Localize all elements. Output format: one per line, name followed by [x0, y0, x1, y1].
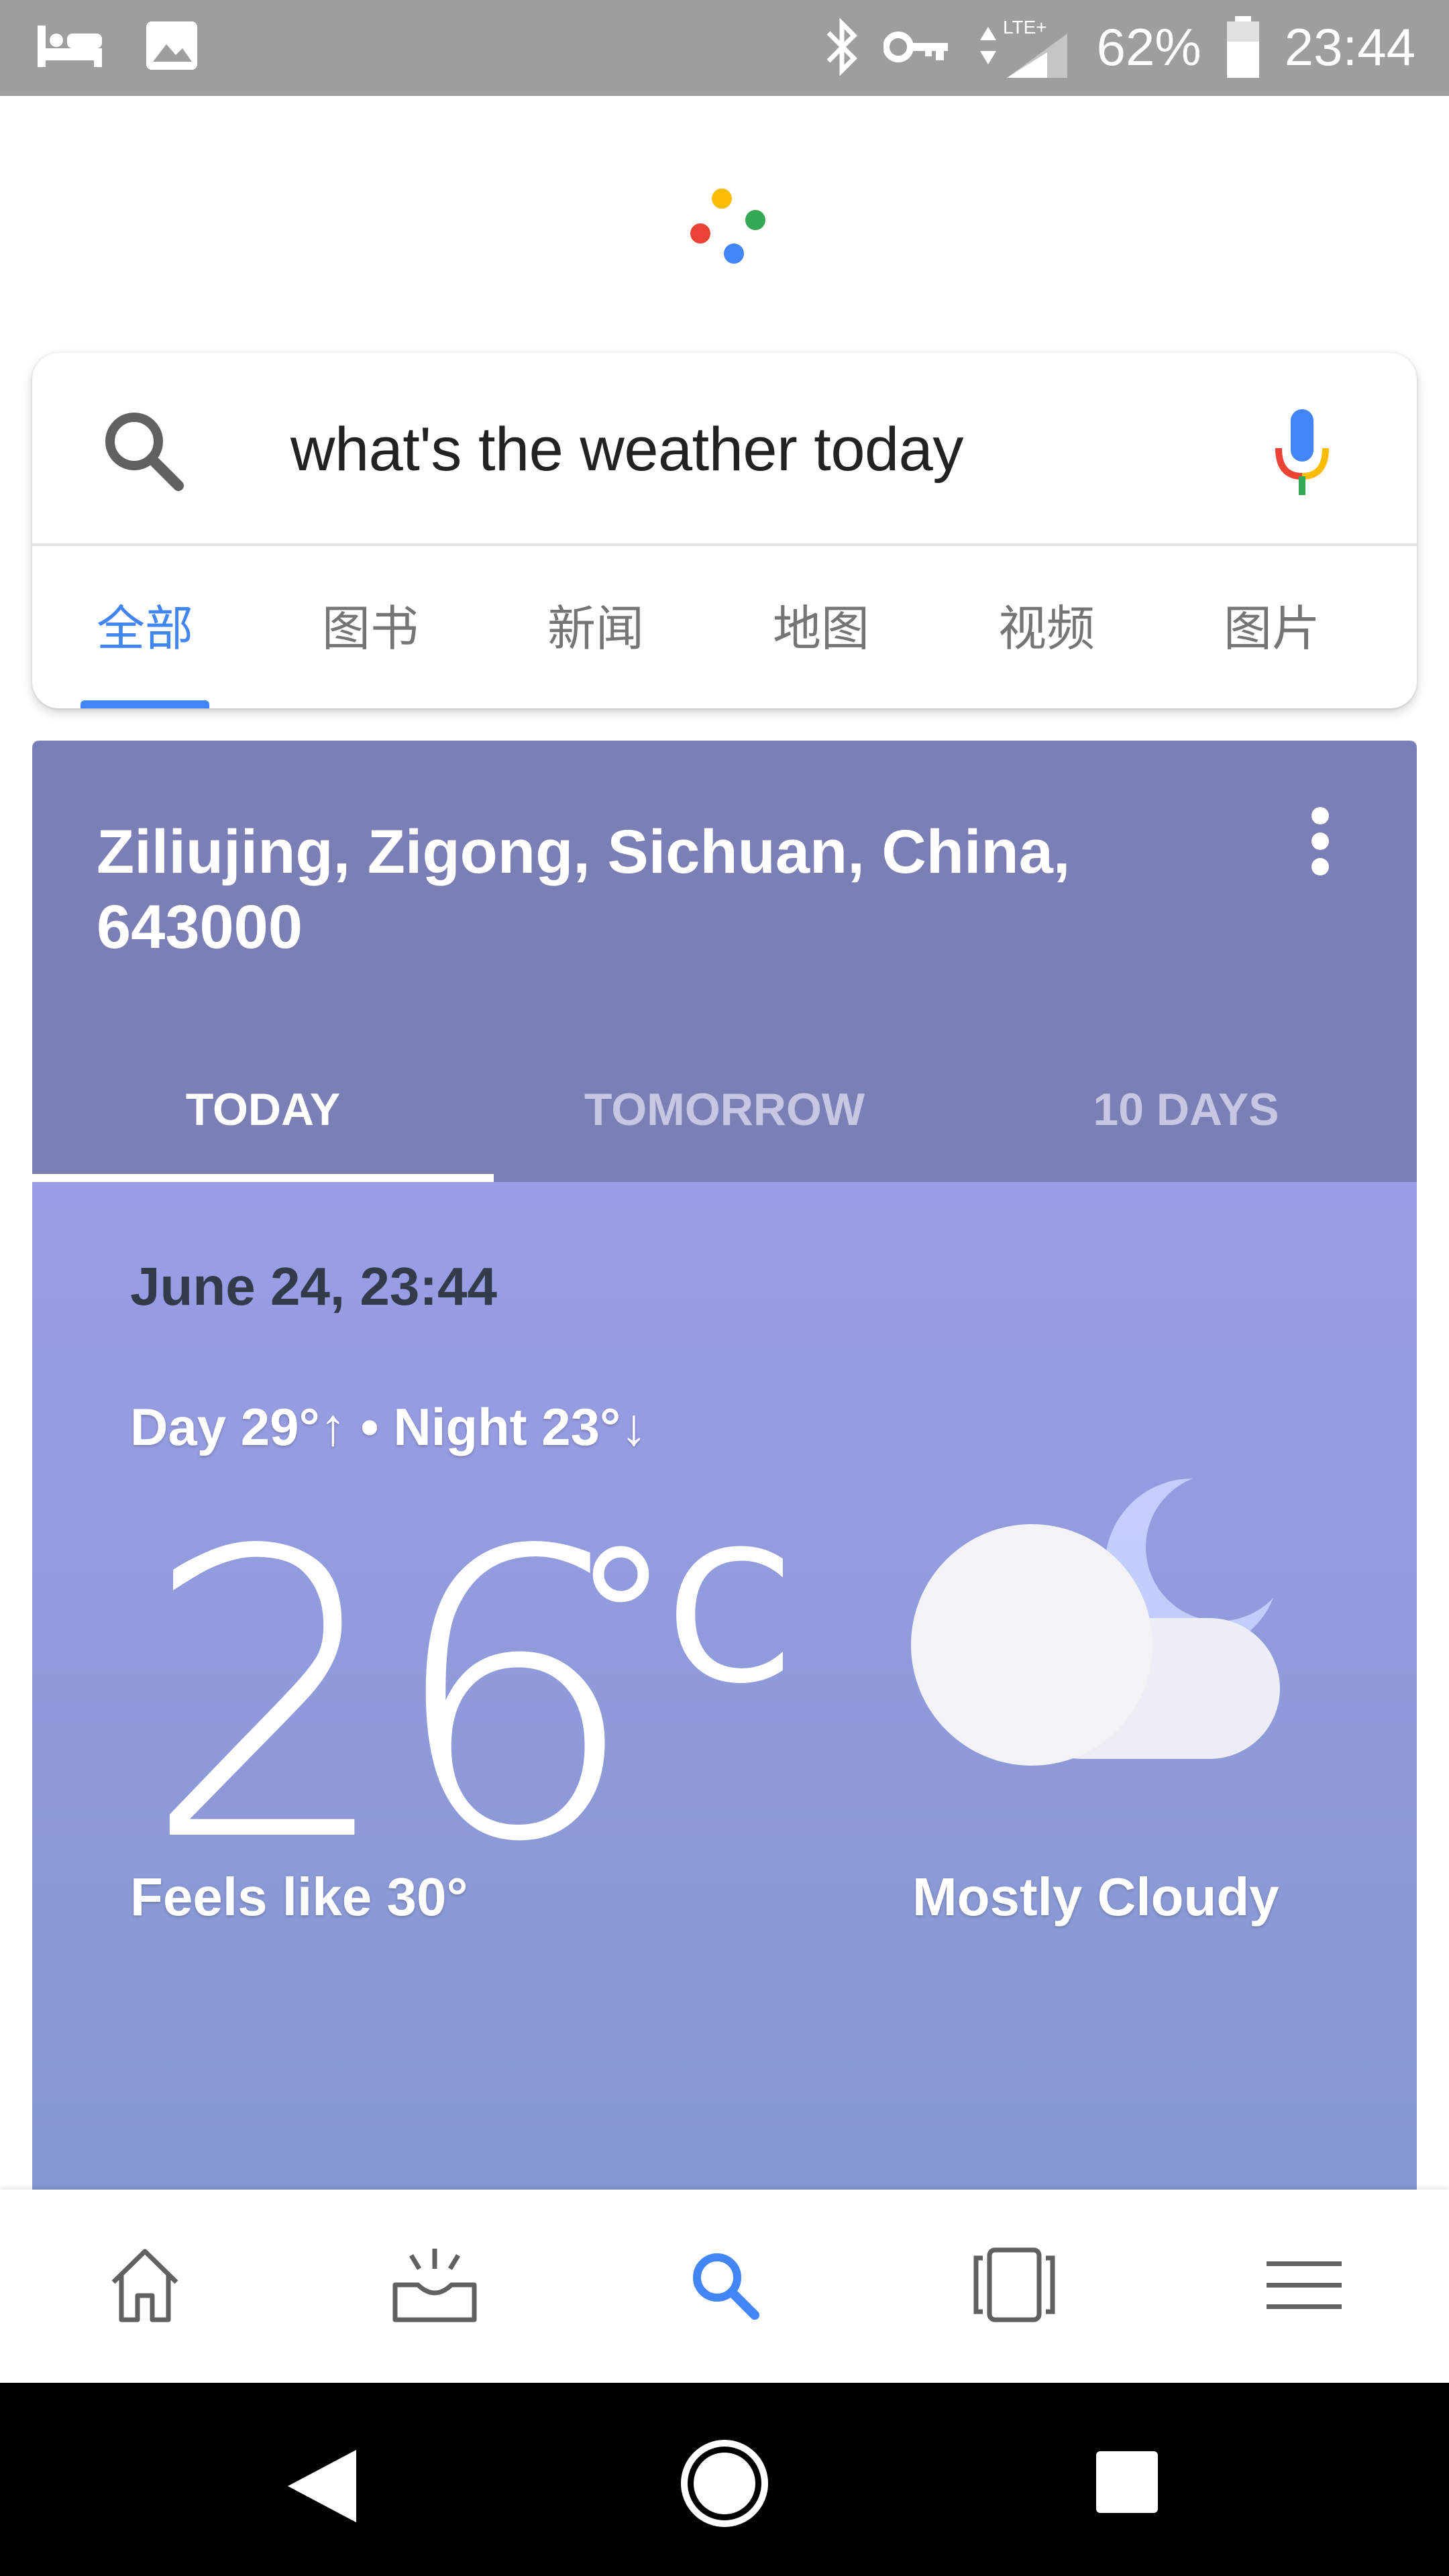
weather-temperature: 26 — [142, 1468, 639, 1929]
home-button-icon[interactable] — [679, 2438, 770, 2532]
battery-percent: 62% — [1096, 17, 1201, 76]
bottom-nav — [0, 2190, 1449, 2383]
search-icon[interactable] — [99, 407, 186, 497]
overview-icon[interactable] — [1095, 2450, 1159, 2518]
status-bar: LTE+ 62% 23:44 — [0, 0, 1449, 96]
system-nav-bar — [0, 2383, 1449, 2576]
search-card: what's the weather today 全部 图书 新闻 地图 视频 … — [32, 353, 1417, 708]
search-icon[interactable] — [688, 2248, 761, 2325]
tab-maps[interactable]: 地图 — [708, 549, 934, 708]
weather-body: June 24, 23:44 Day 29°↑ • Night 23°↓ 26 … — [32, 1182, 1417, 2190]
nav-home[interactable] — [0, 2190, 290, 2383]
search-input[interactable]: what's the weather today — [290, 353, 963, 546]
bluetooth-icon — [823, 17, 861, 77]
tab-10-days[interactable]: 10 DAYS — [955, 1056, 1417, 1182]
tab-videos[interactable]: 视频 — [934, 549, 1159, 708]
assistant-dots-icon[interactable] — [684, 188, 771, 268]
home-icon[interactable] — [108, 2245, 182, 2328]
weather-day-night: Day 29°↑ • Night 23°↓ — [130, 1397, 647, 1456]
search-bar[interactable]: what's the weather today — [32, 353, 1417, 546]
weather-condition: Mostly Cloudy — [912, 1867, 1279, 1927]
mostly-cloudy-night-icon — [911, 1470, 1300, 1782]
weather-header: Ziliujing, Zigong, Sichuan, China, 64300… — [32, 741, 1417, 1182]
weather-location: Ziliujing, Zigong, Sichuan, China, 64300… — [97, 818, 1071, 961]
weather-card: Ziliujing, Zigong, Sichuan, China, 64300… — [32, 741, 1417, 2190]
search-tabs: 全部 图书 新闻 地图 视频 图片 — [32, 549, 1417, 708]
signal-icon: LTE+ — [973, 13, 1074, 80]
recents-icon[interactable] — [971, 2245, 1058, 2328]
weather-tabs: TODAY TOMORROW 10 DAYS — [32, 1056, 1417, 1182]
updates-icon[interactable] — [391, 2245, 478, 2328]
vpn-key-icon — [883, 27, 951, 67]
weather-unit: °C — [576, 1512, 793, 1723]
weather-feels-like: Feels like 30° — [130, 1867, 468, 1927]
weather-datetime: June 24, 23:44 — [130, 1256, 497, 1316]
bed-icon — [35, 19, 105, 72]
nav-menu[interactable] — [1159, 2190, 1449, 2383]
back-icon[interactable] — [285, 2447, 359, 2528]
nav-recents[interactable] — [869, 2190, 1159, 2383]
tab-tomorrow[interactable]: TOMORROW — [494, 1056, 955, 1182]
more-options-icon[interactable] — [1307, 805, 1334, 882]
tab-books[interactable]: 图书 — [258, 549, 483, 708]
clock: 23:44 — [1284, 17, 1415, 76]
nav-search[interactable] — [580, 2190, 869, 2383]
tab-images[interactable]: 图片 — [1159, 549, 1385, 708]
battery-icon — [1224, 15, 1262, 79]
mic-icon[interactable] — [1272, 407, 1332, 504]
nav-updates[interactable] — [290, 2190, 580, 2383]
svg-text:LTE+: LTE+ — [1003, 17, 1047, 38]
tab-news[interactable]: 新闻 — [483, 549, 708, 708]
menu-icon[interactable] — [1264, 2255, 1344, 2318]
image-icon — [145, 19, 199, 72]
tab-all[interactable]: 全部 — [32, 549, 258, 708]
tab-today[interactable]: TODAY — [32, 1056, 494, 1182]
